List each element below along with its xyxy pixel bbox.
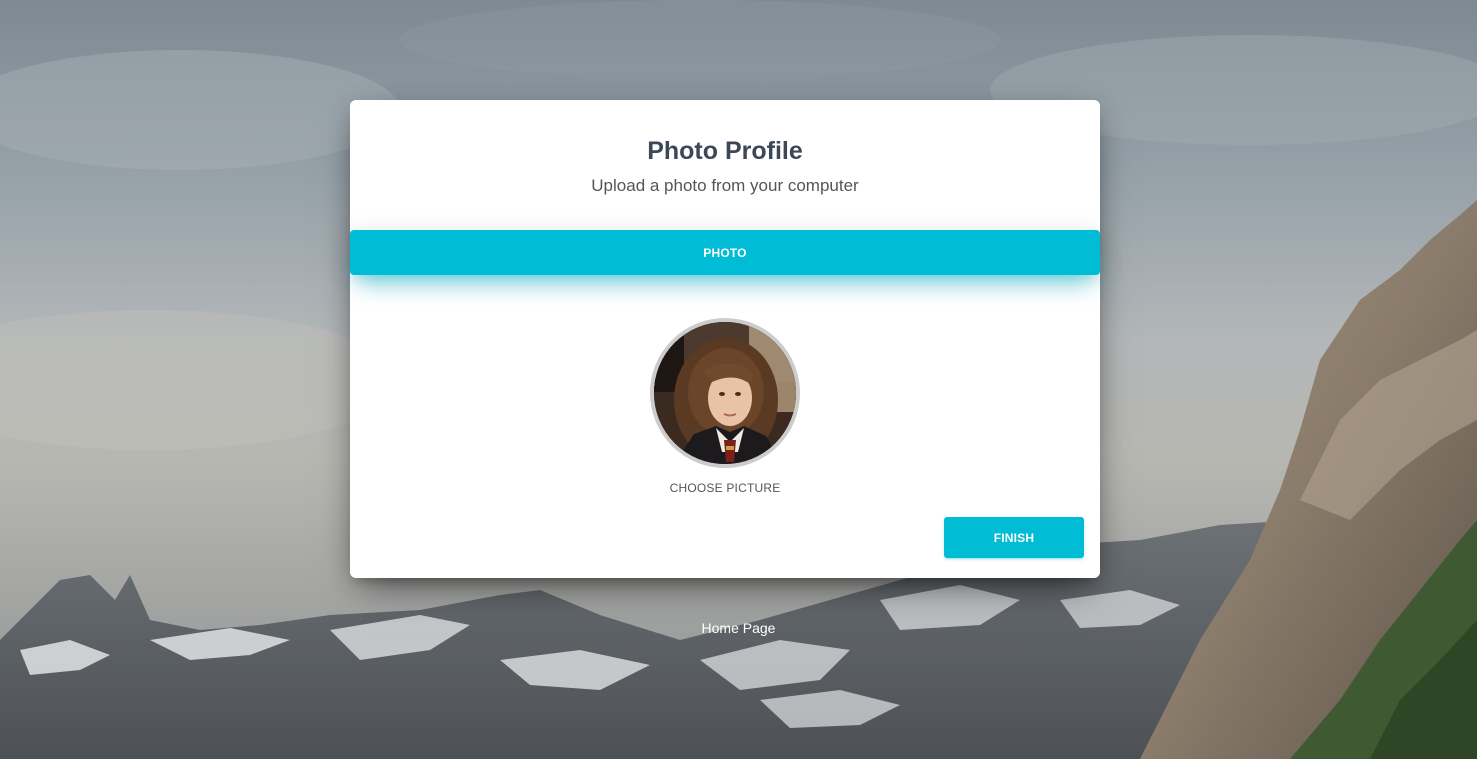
wizard-tab-bar: PHOTO	[350, 230, 1100, 275]
wizard-card: Photo Profile Upload a photo from your c…	[350, 100, 1100, 578]
finish-button[interactable]: FINISH	[944, 517, 1084, 558]
tab-photo[interactable]: PHOTO	[703, 246, 746, 260]
wizard-title: Photo Profile	[647, 137, 803, 165]
choose-picture-label[interactable]: CHOOSE PICTURE	[350, 481, 1100, 495]
home-page-link[interactable]: Home Page	[0, 620, 1477, 636]
wizard-subtitle: Upload a photo from your computer	[591, 176, 859, 195]
profile-photo-avatar	[654, 322, 796, 464]
avatar-picture-button[interactable]	[650, 318, 800, 468]
